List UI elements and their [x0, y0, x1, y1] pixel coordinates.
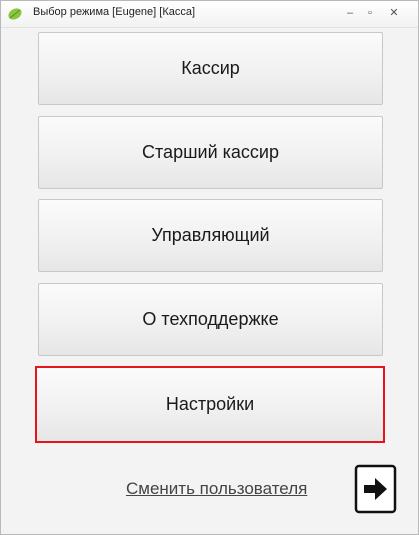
logout-arrow-icon[interactable] — [354, 464, 397, 514]
switch-user-link[interactable]: Сменить пользователя — [126, 479, 307, 499]
mode-select-window: Выбор режима [Eugene] [Касса] ‒ ▫ ✕ Касс… — [0, 0, 419, 535]
minimize-icon[interactable]: ‒ — [343, 7, 357, 20]
cashier-button[interactable]: Кассир — [38, 32, 383, 105]
close-icon[interactable]: ✕ — [387, 7, 401, 20]
tech-support-button[interactable]: О техподдержке — [38, 283, 383, 356]
window-title: Выбор режима [Eugene] [Касса] — [33, 6, 196, 18]
maximize-icon[interactable]: ▫ — [363, 7, 377, 20]
settings-button[interactable]: Настройки — [35, 366, 385, 443]
title-bar[interactable]: Выбор режима [Eugene] [Касса] ‒ ▫ ✕ — [1, 1, 418, 28]
leaf-icon — [8, 8, 22, 20]
senior-cashier-button[interactable]: Старший кассир — [38, 116, 383, 189]
manager-button[interactable]: Управляющий — [38, 199, 383, 272]
